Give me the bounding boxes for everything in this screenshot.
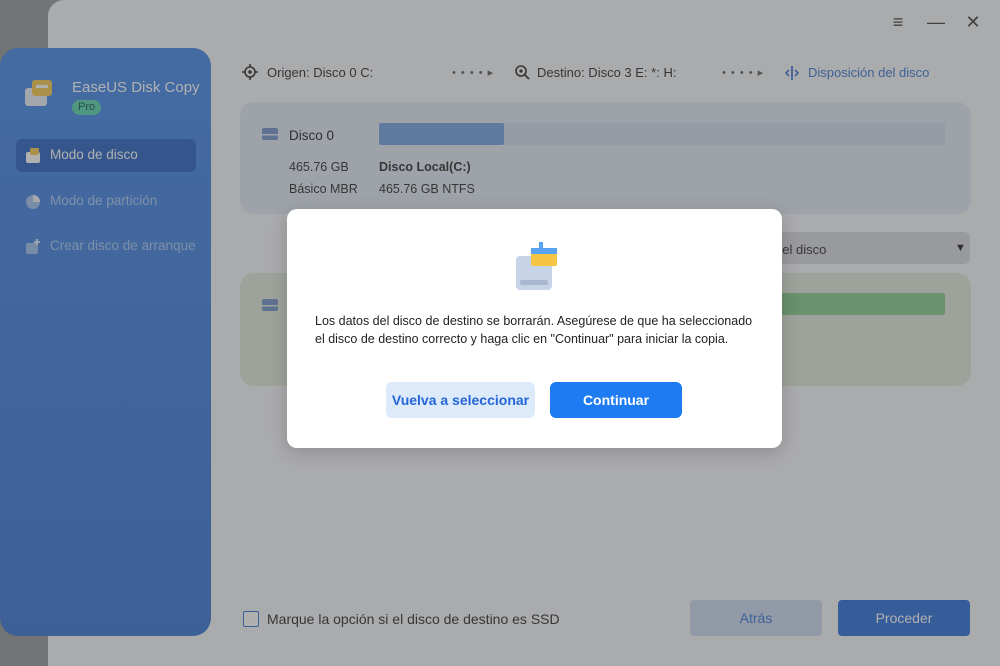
dialog-message: Los datos del disco de destino se borrar… bbox=[315, 314, 753, 346]
confirm-dialog: Los datos del disco de destino se borrar… bbox=[287, 209, 782, 448]
reselect-button[interactable]: Vuelva a seleccionar bbox=[386, 382, 535, 418]
disk-erase-icon bbox=[516, 242, 557, 290]
continue-button[interactable]: Continuar bbox=[550, 382, 682, 418]
